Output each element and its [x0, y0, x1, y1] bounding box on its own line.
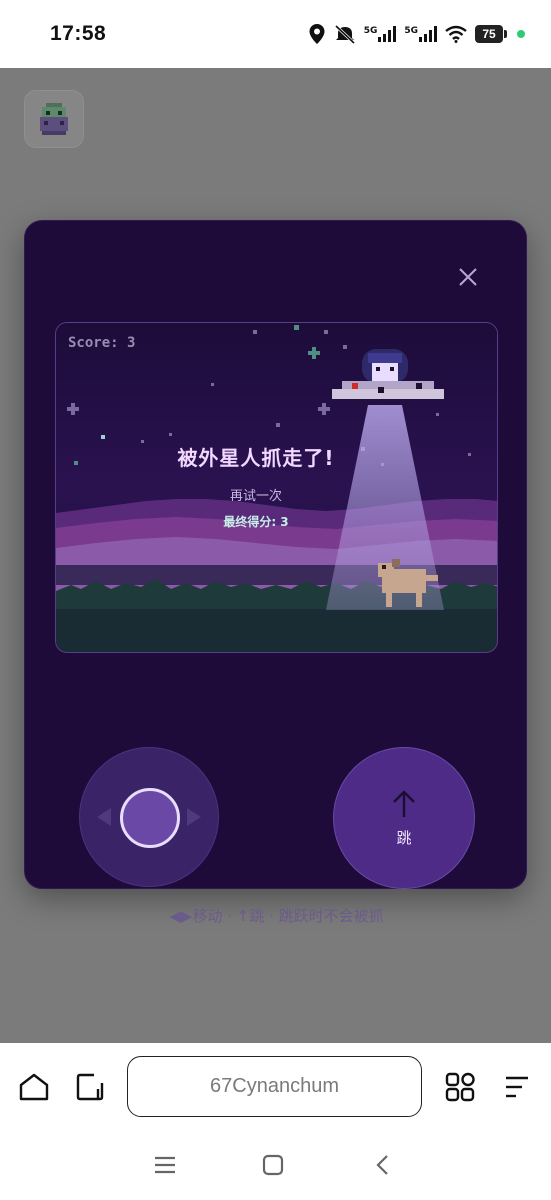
back-chevron-icon: [376, 1155, 388, 1175]
jump-button[interactable]: 跳: [333, 747, 475, 889]
wifi-icon: [445, 25, 467, 43]
address-bar[interactable]: 67Cynanchum: [127, 1056, 422, 1117]
close-button[interactable]: [450, 259, 486, 295]
retry-button[interactable]: 再试一次: [56, 485, 456, 504]
battery-indicator: 75: [475, 25, 507, 43]
jump-label: 跳: [396, 828, 412, 847]
privacy-indicator-dot: [517, 30, 525, 38]
signal-icon: [419, 26, 437, 42]
menu-button[interactable]: [498, 1069, 534, 1105]
arrow-up-icon: [393, 789, 415, 817]
square-icon: [262, 1154, 284, 1176]
browser-toolbar: 67Cynanchum: [0, 1043, 551, 1130]
menu-icon: [506, 1076, 528, 1098]
system-navigation-bar: [0, 1130, 551, 1200]
close-icon: [459, 268, 477, 286]
tabs-button[interactable]: [72, 1069, 108, 1105]
recents-icon: [155, 1156, 175, 1174]
status-icons: 5G 5G 75: [308, 23, 525, 45]
location-icon: [309, 24, 325, 44]
grid-icon: [445, 1072, 475, 1102]
controls-hint: ◀▶移动 · ↑跳 · 跳跃时不会被抓: [169, 907, 384, 925]
mute-icon: [334, 24, 355, 44]
apps-button[interactable]: [442, 1069, 478, 1105]
final-score: 最终得分: 3: [223, 515, 289, 529]
back-button[interactable]: [368, 1150, 398, 1180]
left-arrow-icon: [97, 808, 111, 826]
game-modal: Score: 3 被外星人抓走了! 再试一次 最终得分: 3 跳 ◀▶移动 · …: [24, 220, 527, 925]
clock: 17:58: [50, 22, 107, 45]
tabs-icon: [76, 1073, 104, 1101]
game-over-title: 被外星人抓走了!: [177, 446, 335, 470]
signal-1: 5G: [364, 26, 397, 42]
signal-2: 5G: [404, 26, 437, 42]
home-nav-button[interactable]: [258, 1150, 288, 1180]
page-backdrop[interactable]: Score: 3 被外星人抓走了! 再试一次 最终得分: 3 跳 ◀▶移动 · …: [0, 68, 551, 1043]
home-icon: [19, 1073, 49, 1101]
joystick-knob[interactable]: [120, 788, 180, 848]
status-bar: 17:58 5G 5G 75: [0, 0, 551, 68]
joystick[interactable]: [79, 747, 219, 887]
score-counter: Score: 3: [68, 335, 136, 351]
signal-icon: [378, 26, 397, 42]
right-arrow-icon: [187, 808, 201, 826]
app-logo[interactable]: [24, 90, 84, 148]
game-canvas[interactable]: Score: 3 被外星人抓走了! 再试一次 最终得分: 3: [55, 322, 498, 653]
recent-apps-button[interactable]: [150, 1150, 180, 1180]
pixel-creature-logo: [40, 103, 68, 135]
home-button[interactable]: [16, 1069, 52, 1105]
